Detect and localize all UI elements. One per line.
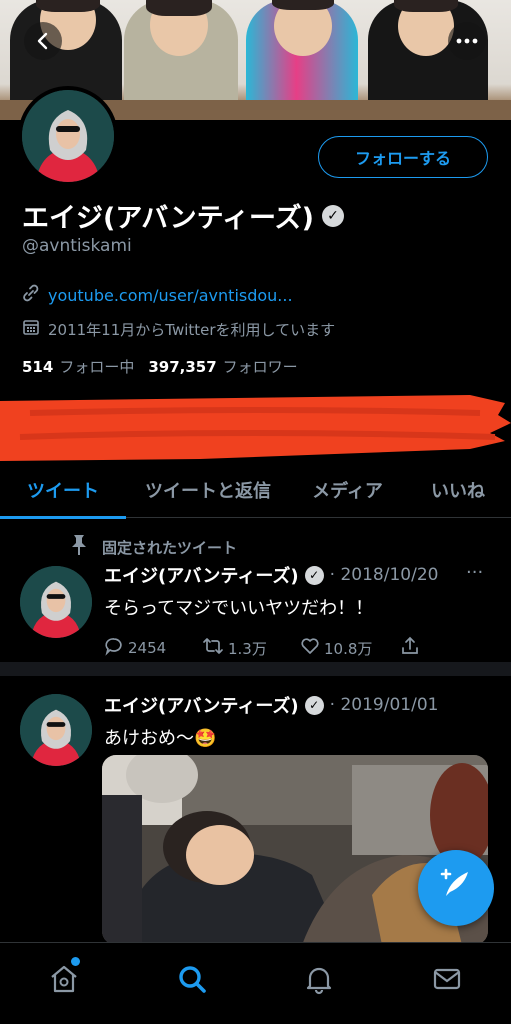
reply-button[interactable]: 2454: [104, 636, 202, 660]
banner-hair-2: [146, 0, 212, 16]
reply-icon: [104, 636, 124, 660]
followers-stat[interactable]: 397,357 フォロワー: [148, 356, 297, 377]
compose-tweet-button[interactable]: [418, 850, 494, 926]
tweet-header: エイジ(アバンティーズ) ✓ · 2018/10/20: [104, 562, 494, 588]
tab-tweets-replies[interactable]: ツイートと返信: [126, 462, 290, 518]
retweet-button[interactable]: 1.3万: [202, 636, 300, 660]
banner-hair-1: [36, 0, 100, 12]
profile-avatar[interactable]: [18, 86, 118, 186]
pinned-tweet[interactable]: 固定されたツイート エイジ(アバンティーズ) ✓ · 2018/10/20 そら…: [0, 532, 511, 660]
search-icon: [176, 963, 208, 999]
pin-icon: [70, 534, 88, 560]
calendar-icon: [22, 318, 40, 340]
more-icon[interactable]: [448, 22, 486, 60]
bell-icon: [303, 963, 335, 999]
tweet-author-name[interactable]: エイジ(アバンティーズ): [104, 692, 299, 718]
bottom-navigation: [0, 942, 511, 1024]
tweet-date: · 2018/10/20: [329, 565, 439, 585]
link-icon: [22, 284, 40, 306]
compose-tweet-icon: [438, 866, 474, 911]
tweet-header: エイジ(アバンティーズ) ✓ · 2019/01/01: [104, 692, 494, 718]
pinned-label: 固定されたツイート: [70, 534, 237, 560]
pinned-label-text: 固定されたツイート: [102, 538, 238, 557]
new-content-dot: [71, 957, 80, 966]
like-button[interactable]: 10.8万: [300, 636, 400, 660]
verified-badge-icon: ✓: [321, 204, 344, 227]
profile-handle: @avntiskami: [22, 236, 132, 256]
tweet-separator: [0, 662, 511, 676]
verified-badge-icon: ✓: [304, 565, 324, 585]
banner-hair-4: [394, 0, 458, 12]
nav-search[interactable]: [128, 943, 256, 1024]
profile-name-text: エイジ(アバンティーズ): [22, 203, 314, 234]
tab-likes[interactable]: いいね: [405, 462, 511, 518]
following-count: 514: [22, 358, 54, 376]
tab-media[interactable]: メディア: [290, 462, 405, 518]
heart-icon: [300, 636, 320, 660]
followers-count: 397,357: [148, 358, 217, 376]
tweet-text: そらってマジでいいヤツだわ！！: [104, 598, 374, 619]
profile-link[interactable]: youtube.com/user/avntisdou...: [22, 284, 293, 306]
following-label: フォロー中: [59, 358, 135, 376]
back-arrow-icon[interactable]: [24, 22, 62, 60]
profile-joined: 2011年11月からTwitterを利用しています: [22, 318, 335, 340]
reply-count: 2454: [128, 639, 167, 657]
tweet-avatar[interactable]: [20, 566, 92, 638]
retweet-icon: [202, 636, 224, 660]
banner-hair-3: [272, 0, 334, 10]
nav-messages[interactable]: [383, 943, 511, 1024]
profile-joined-text: 2011年11月からTwitterを利用しています: [48, 320, 336, 339]
following-stat[interactable]: 514 フォロー中: [22, 356, 134, 377]
follow-button[interactable]: フォローする: [318, 136, 488, 178]
follow-stats: 514 フォロー中 397,357 フォロワー: [22, 356, 298, 377]
tweet-more-icon[interactable]: ···: [466, 562, 483, 583]
profile-name: エイジ(アバンティーズ) ✓: [22, 196, 344, 235]
profile-link-text[interactable]: youtube.com/user/avntisdou...: [48, 286, 293, 305]
profile-tabs: ツイート ツイートと返信 メディア いいね: [0, 462, 511, 519]
retweet-count: 1.3万: [228, 639, 267, 658]
nav-notifications[interactable]: [256, 943, 384, 1024]
tweet-text: あけおめ〜🤩: [104, 728, 217, 749]
share-button[interactable]: [400, 636, 420, 660]
tweet-actions: 2454 1.3万 10.8万: [104, 636, 494, 660]
like-count: 10.8万: [324, 639, 373, 658]
redaction-scribble: [0, 395, 511, 461]
envelope-icon: [431, 963, 463, 999]
verified-badge-icon: ✓: [304, 695, 324, 715]
tweet-date: · 2019/01/01: [329, 695, 439, 715]
tab-tweets[interactable]: ツイート: [0, 462, 126, 519]
followers-label: フォロワー: [222, 358, 298, 376]
nav-home[interactable]: [0, 943, 128, 1024]
home-icon: [48, 963, 80, 999]
share-icon: [400, 636, 420, 660]
tweet-author-name[interactable]: エイジ(アバンティーズ): [104, 562, 299, 588]
tweet-avatar[interactable]: [20, 694, 92, 766]
